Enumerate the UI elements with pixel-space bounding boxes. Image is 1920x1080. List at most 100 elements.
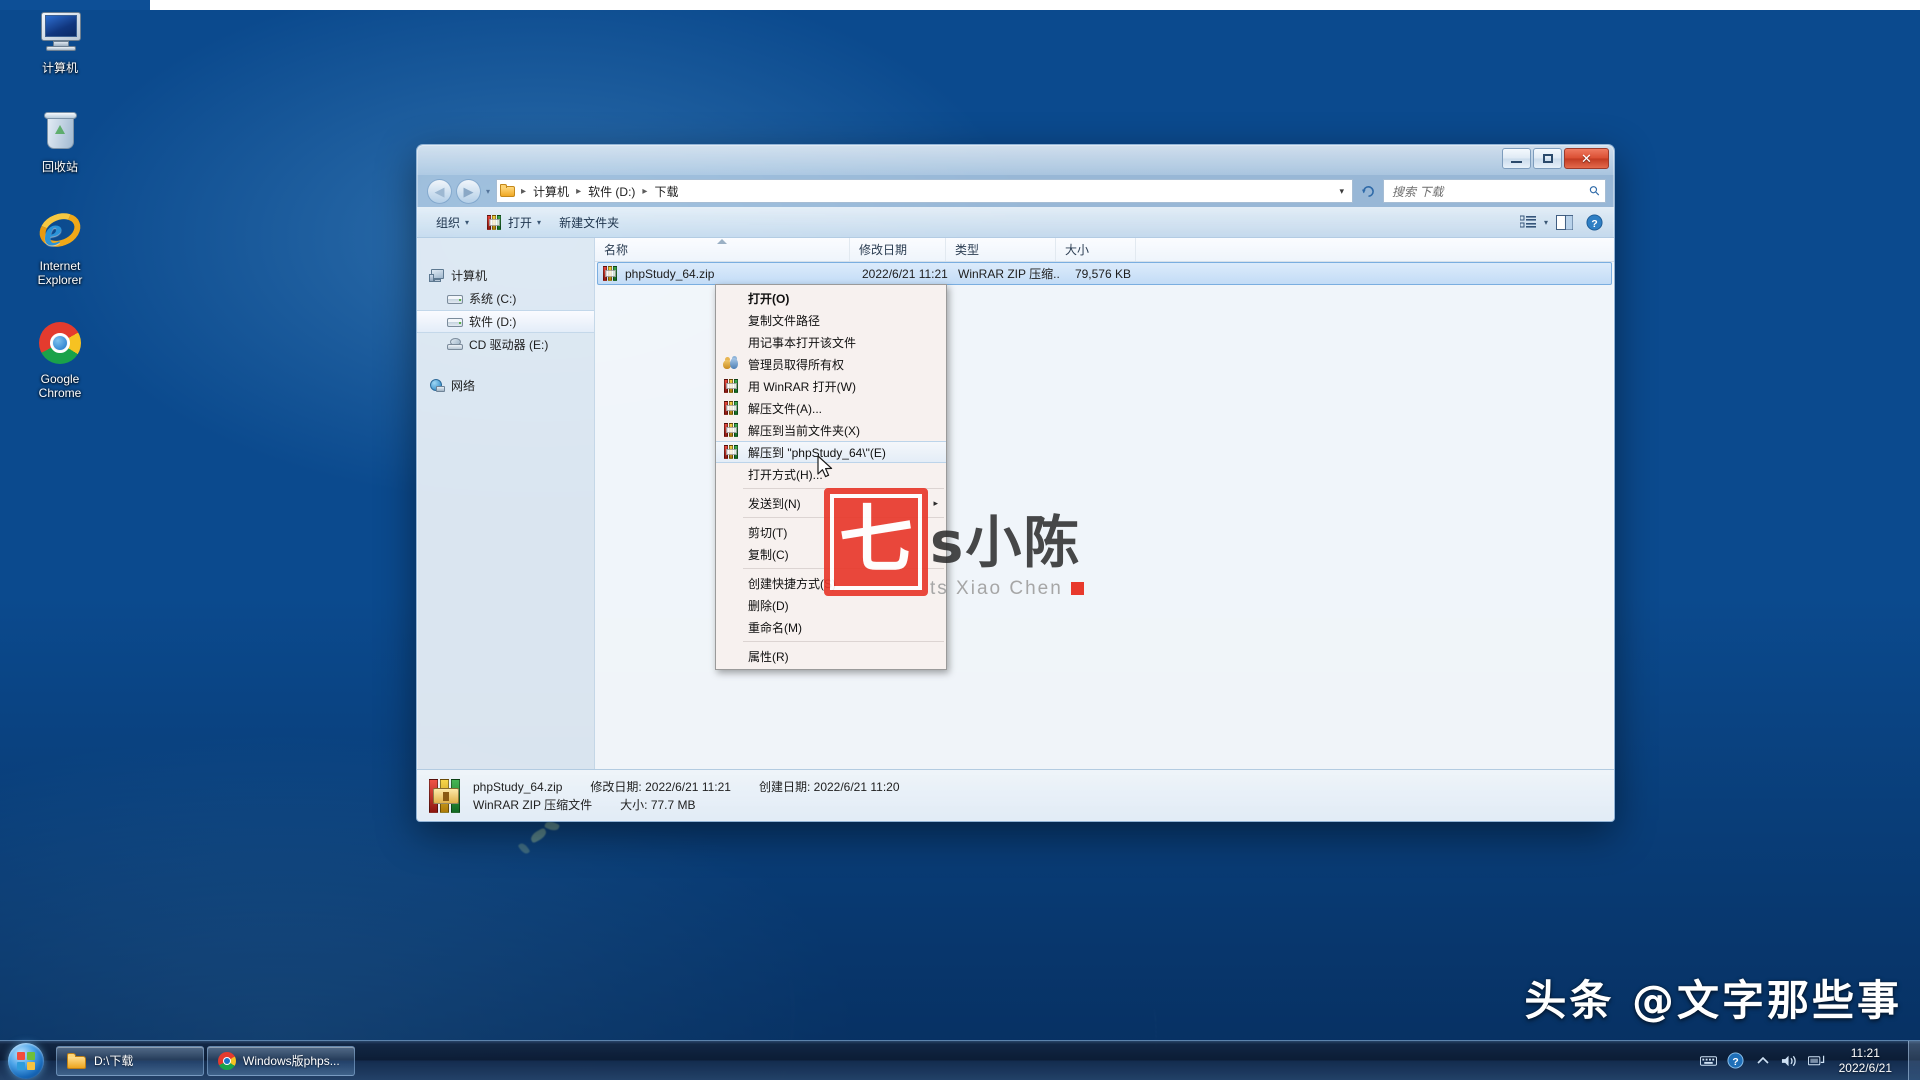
- address-bar[interactable]: ▸ 计算机 ▸ 软件 (D:) ▸ 下载 ▾: [496, 179, 1353, 203]
- desktop-icon-label: Google Chrome: [39, 372, 82, 400]
- refresh-icon[interactable]: [1357, 179, 1379, 203]
- volume-icon[interactable]: [1781, 1052, 1799, 1070]
- windows-logo-icon: [17, 1052, 35, 1070]
- desktop-icon-computer[interactable]: 计算机: [4, 8, 116, 75]
- screen-top-strip-left: [0, 0, 150, 10]
- drive-icon: [447, 316, 463, 328]
- close-button[interactable]: ✕: [1564, 148, 1609, 169]
- explorer-window: ✕ ◀ ▶ ▾ ▸ 计算机 ▸ 软件 (D:) ▸ 下载 ▾ 搜索 下载 ⚲ 组…: [416, 144, 1615, 822]
- view-options-icon[interactable]: [1514, 210, 1542, 234]
- file-type-cell: WinRAR ZIP 压缩...: [949, 265, 1059, 282]
- menu-item-open-with-winrar[interactable]: 用 WinRAR 打开(W): [716, 375, 946, 397]
- maximize-button[interactable]: [1533, 148, 1562, 169]
- show-hidden-icons-icon[interactable]: [1754, 1052, 1772, 1070]
- menu-item-label: 复制(C): [742, 546, 789, 563]
- cd-drive-icon: [447, 338, 463, 351]
- breadcrumb-item-drive-d[interactable]: 软件 (D:): [584, 182, 639, 201]
- menu-item-create-shortcut[interactable]: 创建快捷方式(S): [716, 572, 946, 594]
- menu-item-open[interactable]: 打开(O): [716, 287, 946, 309]
- menu-item-extract-to-folder[interactable]: 解压到 "phpStudy_64\"(E): [716, 441, 946, 463]
- status-size: 大小: 77.7 MB: [620, 796, 695, 814]
- column-header-date[interactable]: 修改日期: [850, 238, 946, 261]
- back-button[interactable]: ◀: [427, 179, 452, 204]
- sidebar-item-network[interactable]: 网络: [417, 374, 594, 397]
- help-icon[interactable]: ?: [1580, 210, 1608, 234]
- status-file-name: phpStudy_64.zip: [473, 778, 562, 796]
- search-input[interactable]: 搜索 下载 ⚲: [1383, 179, 1606, 203]
- keyboard-icon[interactable]: [1700, 1052, 1718, 1070]
- navigation-pane: 计算机 系统 (C:) 软件 (D:) CD 驱动器 (E:) 网络: [417, 238, 595, 769]
- menu-item-rename[interactable]: 重命名(M): [716, 616, 946, 638]
- organize-button[interactable]: 组织 ▾: [427, 210, 478, 234]
- menu-item-icon-none: [720, 333, 742, 351]
- chevron-right-icon: ▸: [933, 498, 938, 509]
- sidebar-item-drive-d[interactable]: 软件 (D:): [417, 310, 594, 333]
- column-header-size[interactable]: 大小: [1056, 238, 1136, 261]
- menu-item-copy[interactable]: 复制(C): [716, 543, 946, 565]
- clock-date: 2022/6/21: [1839, 1061, 1892, 1076]
- internet-explorer-icon: e: [36, 206, 84, 254]
- taskbar-clock[interactable]: 11:21 2022/6/21: [1835, 1046, 1900, 1076]
- desktop-icon-label-line1: Google: [41, 372, 80, 386]
- taskbar-item-explorer[interactable]: D:\下载: [56, 1046, 204, 1076]
- menu-item-open-with-notepad[interactable]: 用记事本打开该文件: [716, 331, 946, 353]
- menu-item-cut[interactable]: 剪切(T): [716, 521, 946, 543]
- desktop-icon-recycle-bin[interactable]: 回收站: [4, 107, 116, 174]
- admin-users-icon: [720, 355, 742, 373]
- recent-pages-dropdown-icon[interactable]: ▾: [486, 187, 490, 196]
- table-row[interactable]: phpStudy_64.zip 2022/6/21 11:21 WinRAR Z…: [597, 262, 1612, 285]
- google-chrome-icon: [218, 1052, 236, 1070]
- new-folder-button[interactable]: 新建文件夹: [550, 210, 628, 234]
- winrar-icon: [720, 421, 742, 439]
- chevron-down-icon[interactable]: ▾: [1335, 186, 1348, 197]
- screen-top-strip: [0, 0, 1920, 10]
- show-desktop-button[interactable]: [1908, 1041, 1920, 1080]
- sidebar-item-drive-c[interactable]: 系统 (C:): [417, 287, 594, 310]
- taskbar-item-chrome[interactable]: Windows版phps...: [207, 1046, 355, 1076]
- desktop-icon-internet-explorer[interactable]: e Internet Explorer: [4, 206, 116, 287]
- menu-item-icon-none: [720, 494, 742, 512]
- file-size-cell: 79,576 KB: [1059, 267, 1139, 281]
- menu-separator: [743, 488, 944, 489]
- column-header-type[interactable]: 类型: [946, 238, 1056, 261]
- menu-item-label: 解压到 "phpStudy_64\"(E): [742, 444, 886, 461]
- sidebar-item-cd-drive-e[interactable]: CD 驱动器 (E:): [417, 333, 594, 356]
- folder-icon: [67, 1053, 87, 1069]
- menu-item-label: 管理员取得所有权: [742, 356, 844, 373]
- menu-item-extract-files[interactable]: 解压文件(A)...: [716, 397, 946, 419]
- chevron-down-icon[interactable]: ▾: [1544, 218, 1548, 227]
- sidebar-gap: [417, 356, 594, 374]
- menu-item-copy-file-path[interactable]: 复制文件路径: [716, 309, 946, 331]
- breadcrumb-item-computer[interactable]: 计算机: [529, 182, 573, 201]
- preview-pane-icon[interactable]: [1550, 210, 1578, 234]
- menu-item-icon-none: [720, 647, 742, 665]
- windows-start-orb: [8, 1043, 44, 1079]
- menu-item-label: 重命名(M): [742, 619, 802, 636]
- menu-item-icon-none: [720, 545, 742, 563]
- network-icon[interactable]: [1808, 1052, 1826, 1070]
- forward-button[interactable]: ▶: [456, 179, 481, 204]
- desktop-leaf: [518, 842, 531, 856]
- breadcrumb-item-downloads[interactable]: 下载: [650, 182, 682, 201]
- explorer-toolbar: 组织 ▾ 打开 ▾ 新建文件夹 ▾: [417, 207, 1614, 238]
- open-button[interactable]: 打开 ▾: [478, 210, 550, 234]
- desktop-icon-google-chrome[interactable]: Google Chrome: [4, 319, 116, 400]
- menu-separator: [743, 517, 944, 518]
- menu-item-open-with[interactable]: 打开方式(H)...: [716, 463, 946, 485]
- sidebar-item-computer[interactable]: 计算机: [417, 264, 594, 287]
- help-icon[interactable]: ?: [1727, 1052, 1745, 1070]
- sort-ascending-icon: [717, 239, 727, 244]
- menu-item-take-ownership[interactable]: 管理员取得所有权: [716, 353, 946, 375]
- status-modified-label: 修改日期:: [590, 780, 641, 794]
- menu-item-properties[interactable]: 属性(R): [716, 645, 946, 667]
- menu-item-send-to[interactable]: 发送到(N) ▸: [716, 492, 946, 514]
- menu-item-label: 删除(D): [742, 597, 789, 614]
- window-title-bar[interactable]: ✕: [417, 145, 1614, 175]
- menu-item-extract-here[interactable]: 解压到当前文件夹(X): [716, 419, 946, 441]
- clock-time: 11:21: [1839, 1046, 1892, 1061]
- menu-separator: [743, 568, 944, 569]
- menu-item-delete[interactable]: 删除(D): [716, 594, 946, 616]
- minimize-button[interactable]: [1502, 148, 1531, 169]
- address-bar-row: ◀ ▶ ▾ ▸ 计算机 ▸ 软件 (D:) ▸ 下载 ▾ 搜索 下载 ⚲: [417, 175, 1614, 207]
- start-button[interactable]: [2, 1042, 50, 1080]
